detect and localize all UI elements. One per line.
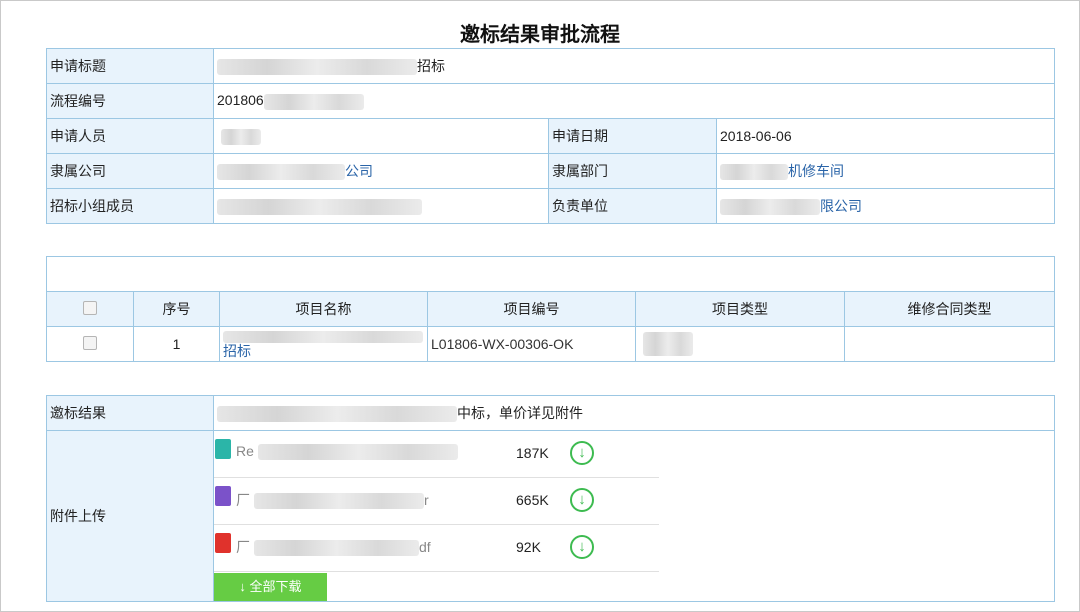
redacted-text [223,331,423,344]
projects-table: 序号 项目名称 项目编号 项目类型 维修合同类型 1 招标 L01806-WX-… [45,256,1056,362]
download-icon[interactable]: ↓ [570,441,594,465]
col-header-contract-type: 维修合同类型 [843,291,1056,327]
company-value[interactable]: 公司 [213,153,549,189]
table-row: 1 招标 L01806-WX-00306-OK [46,326,1056,362]
redacted-text [643,332,693,356]
attach-label: 附件上传 [46,430,214,602]
redacted-text [254,540,419,557]
select-all-cell[interactable] [46,291,134,327]
attachment-size: 92K [516,539,541,555]
flow-no-label: 流程编号 [46,83,214,119]
subject-label: 申请标题 [46,48,214,84]
row-checkbox[interactable] [83,335,97,350]
unit-label: 负责单位 [548,188,717,224]
row-select-cell[interactable] [46,326,134,362]
attachment-name[interactable]: 厂 df [236,537,431,557]
row-name[interactable]: 招标 [219,326,428,362]
redacted-text [257,444,458,461]
redacted-text [263,93,364,110]
flow-no-value: 201806 [212,83,1056,119]
apply-date-value: 2018-06-06 [715,118,1056,154]
pdf-file-icon [215,533,231,553]
redacted-text [254,493,424,510]
col-header-index: 序号 [133,291,220,327]
members-label: 招标小组成员 [46,188,214,224]
row-code: L01806-WX-00306-OK [427,326,636,362]
result-value: 中标，单价详见附件 [213,395,1055,431]
attachment-size: 665K [516,492,549,508]
redacted-text [217,406,457,423]
col-header-code: 项目编号 [427,291,636,327]
download-icon[interactable]: ↓ [570,488,594,512]
redacted-text [720,199,820,216]
row-contract-type [843,326,1056,362]
image-file-icon [215,439,231,459]
attachments-cell: Re 187K ↓ 厂r 665K ↓ 厂 df 92K ↓ ↓ 全部下载 [213,430,1055,602]
apply-date-label: 申请日期 [548,118,717,154]
members-value [213,188,549,224]
result-label: 邀标结果 [46,395,214,431]
attachment-name[interactable]: 厂r [236,490,429,510]
projects-table-toolbar [45,256,1056,292]
company-label: 隶属公司 [46,153,214,189]
row-index: 1 [133,326,220,362]
result-table: 邀标结果 中标，单价详见附件 附件上传 Re 187K ↓ 厂r 665K ↓ [46,395,1055,602]
attachment-item: Re 187K ↓ [214,432,659,478]
attachment-size: 187K [516,445,549,461]
attachment-item: 厂r 665K ↓ [214,478,659,525]
redacted-text [217,198,422,215]
download-all-button[interactable]: ↓ 全部下载 [214,573,327,601]
col-header-name: 项目名称 [219,291,428,327]
redacted-text [217,59,417,76]
subject-value: 招标 [212,48,1056,84]
applicant-value [213,118,549,154]
basic-info-table: 申请标题 招标 流程编号 201806 申请人员 申请日期 2018-06-06… [46,48,1056,224]
attachment-item: 厂 df 92K ↓ [214,525,659,572]
dept-label: 隶属部门 [548,153,717,189]
select-all-checkbox[interactable] [83,300,97,315]
applicant-label: 申请人员 [46,118,214,154]
page-title: 邀标结果审批流程 [460,24,620,46]
redacted-text [221,128,261,145]
unit-value[interactable]: 限公司 [715,188,1056,224]
col-header-type: 项目类型 [635,291,845,327]
dept-value[interactable]: 机修车间 [715,153,1056,189]
rar-file-icon [215,486,231,506]
redacted-text [720,164,788,181]
download-icon[interactable]: ↓ [570,535,594,559]
attachment-name[interactable]: Re [236,443,458,461]
arrow-down-icon: ↓ [239,579,246,594]
redacted-text [217,164,345,181]
row-type [635,326,845,362]
